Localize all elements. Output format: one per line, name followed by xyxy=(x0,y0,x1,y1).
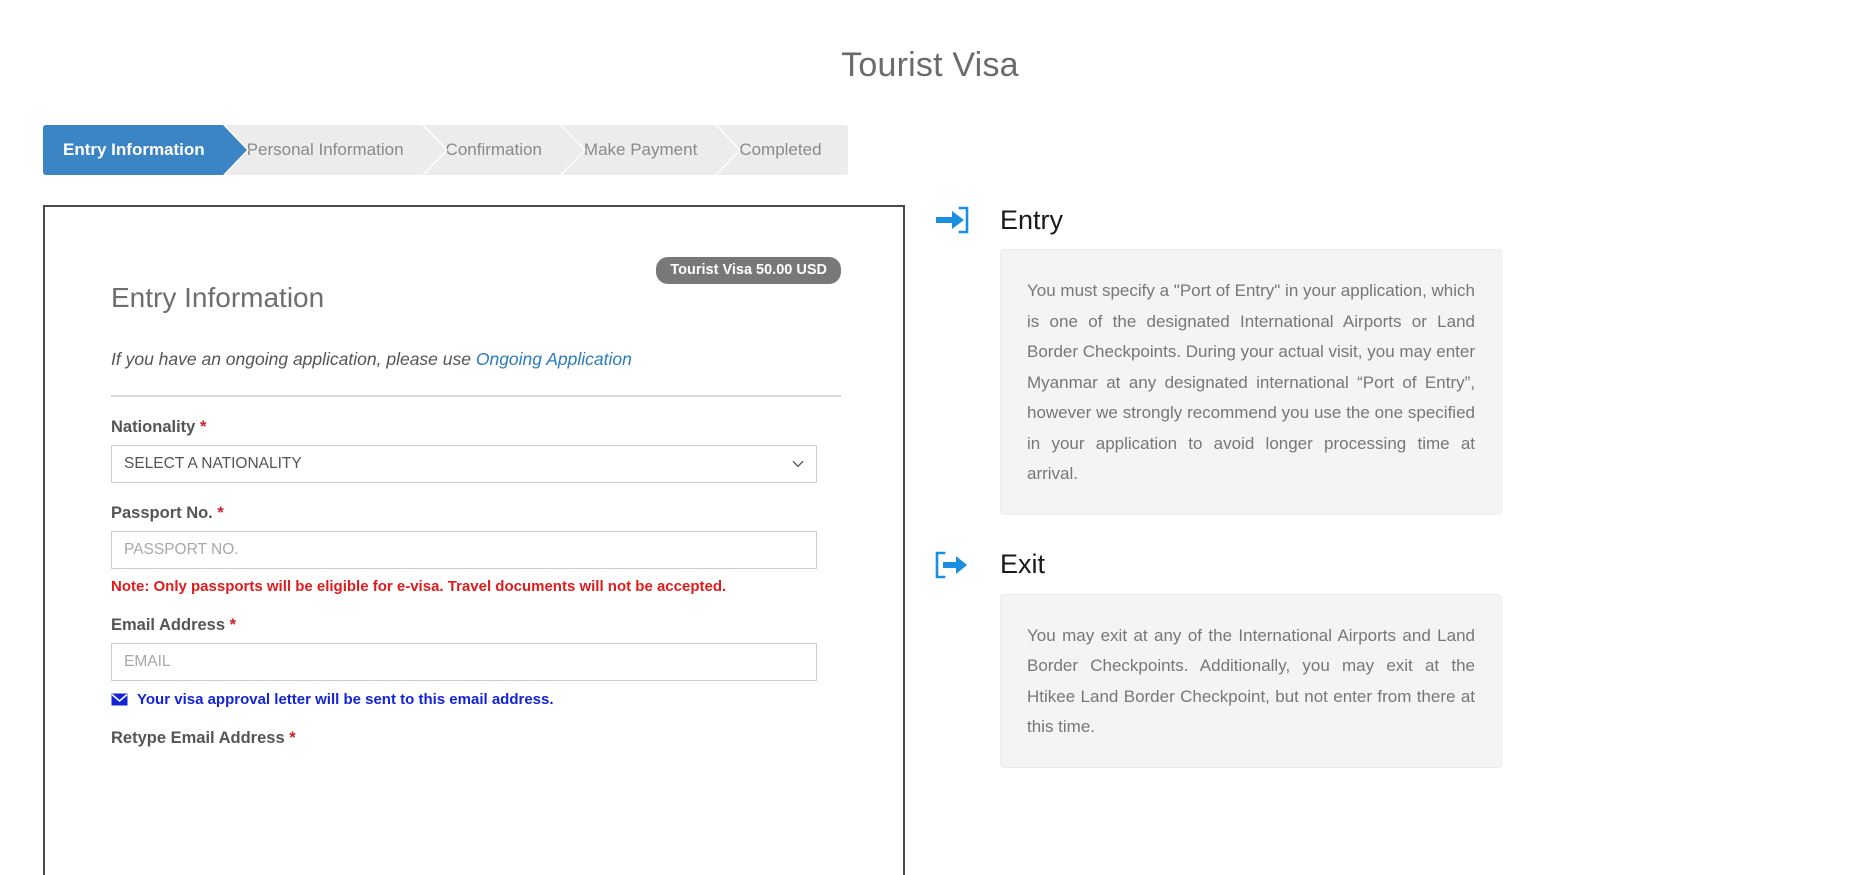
form-heading: Entry Information xyxy=(111,282,325,313)
passport-placeholder: PASSPORT NO. xyxy=(124,541,239,558)
entry-info-header: Entry xyxy=(930,200,1530,240)
entry-information-card: Tourist Visa 50.00 USD Entry Information… xyxy=(43,205,905,875)
step-entry-information[interactable]: Entry Information xyxy=(43,125,247,175)
exit-info-text: You may exit at any of the International… xyxy=(1027,625,1475,737)
required-marker: * xyxy=(199,418,207,436)
email-note: Your visa approval letter will be sent t… xyxy=(111,691,841,708)
step-label: Completed xyxy=(739,140,822,159)
page-title: Tourist Visa xyxy=(841,46,1019,84)
passport-label: Passport No. * xyxy=(111,504,841,523)
email-placeholder: EMAIL xyxy=(124,653,171,670)
visa-application-page: Tourist Visa Entry Information Personal … xyxy=(0,0,1860,875)
exit-info-header: Exit xyxy=(930,545,1530,585)
retype-email-label-text: Retype Email Address xyxy=(111,729,285,747)
chevron-down-icon xyxy=(792,458,804,470)
step-label: Entry Information xyxy=(63,140,205,159)
envelope-icon xyxy=(111,693,128,706)
nationality-select[interactable]: SELECT A NATIONALITY xyxy=(111,445,817,483)
ongoing-application-link[interactable]: Ongoing Application xyxy=(476,349,632,369)
nationality-label: Nationality * xyxy=(111,418,841,437)
step-arrow-icon xyxy=(559,125,584,175)
passport-input[interactable]: PASSPORT NO. xyxy=(111,531,817,569)
step-arrow-icon xyxy=(715,125,740,175)
info-panel: Entry You must specify a "Port of Entry"… xyxy=(930,200,1530,798)
retype-email-label: Retype Email Address * xyxy=(111,729,841,748)
entry-info-block: Entry You must specify a "Port of Entry"… xyxy=(930,200,1530,515)
nationality-label-text: Nationality xyxy=(111,418,196,436)
exit-info-body: You may exit at any of the International… xyxy=(1000,593,1502,768)
step-label: Confirmation xyxy=(445,140,542,159)
entry-info-text: You must specify a "Port of Entry" in yo… xyxy=(1027,281,1475,483)
required-marker: * xyxy=(289,729,296,747)
step-arrow-icon xyxy=(421,125,446,175)
email-label-text: Email Address xyxy=(111,616,226,634)
step-label: Make Payment xyxy=(583,140,698,159)
exit-info-block: Exit You may exit at any of the Internat… xyxy=(930,545,1530,768)
section-divider xyxy=(111,395,841,397)
sign-in-arrow-icon xyxy=(930,206,974,234)
exit-info-title: Exit xyxy=(1000,549,1046,579)
price-badge: Tourist Visa 50.00 USD xyxy=(656,257,841,284)
required-marker: * xyxy=(229,616,237,634)
nationality-selected-value: SELECT A NATIONALITY xyxy=(124,455,302,472)
ongoing-application-text: If you have an ongoing application, plea… xyxy=(111,349,476,369)
passport-note: Note: Only passports will be eligible fo… xyxy=(111,578,727,595)
entry-info-title: Entry xyxy=(1000,204,1064,235)
email-note-text: Your visa approval letter will be sent t… xyxy=(137,691,554,708)
passport-label-text: Passport No. xyxy=(111,504,213,522)
step-breadcrumb: Entry Information Personal Information C… xyxy=(43,125,850,175)
step-arrow-icon xyxy=(222,125,247,175)
entry-info-body: You must specify a "Port of Entry" in yo… xyxy=(1000,249,1502,515)
step-make-payment[interactable]: Make Payment xyxy=(561,125,740,175)
step-personal-information[interactable]: Personal Information xyxy=(224,125,446,175)
email-input[interactable]: EMAIL xyxy=(111,643,817,681)
ongoing-application-notice: If you have an ongoing application, plea… xyxy=(111,349,841,370)
sign-out-arrow-icon xyxy=(930,551,974,579)
required-marker: * xyxy=(217,504,224,522)
email-label: Email Address * xyxy=(111,616,841,635)
step-label: Personal Information xyxy=(246,140,404,159)
